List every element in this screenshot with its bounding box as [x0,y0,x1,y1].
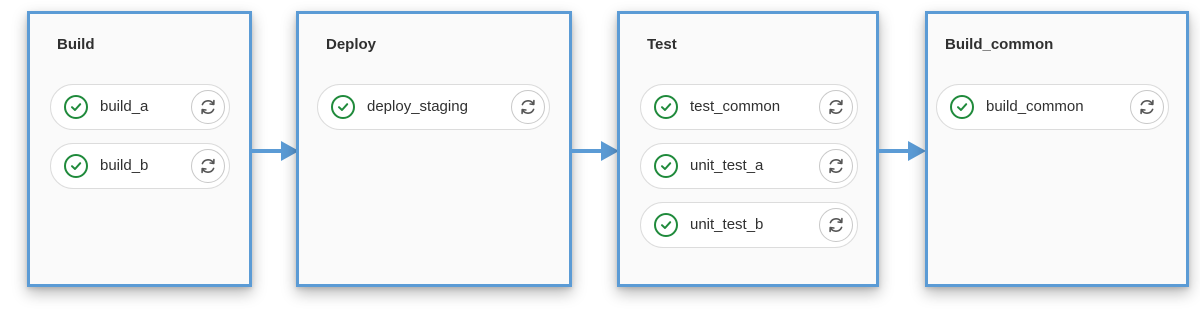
job-name[interactable]: unit_test_a [690,157,763,174]
job-unit-test-b[interactable]: unit_test_b [640,202,858,248]
retry-icon [829,217,843,233]
stage-build: Build build_a build_b [27,11,252,287]
check-circle-icon [64,154,88,178]
check-circle-icon [654,213,678,237]
check-circle-icon [950,95,974,119]
job-deploy-staging[interactable]: deploy_staging [317,84,550,130]
job-unit-test-a[interactable]: unit_test_a [640,143,858,189]
arrow-right-icon [571,141,619,161]
job-name[interactable]: build_a [100,98,148,115]
retry-icon [201,99,215,115]
stage-build-common: Build_common build_common [925,11,1189,287]
stage-title: Build_common [945,36,1054,53]
stage-test: Test test_common unit_test_a unit_test_b [617,11,879,287]
retry-button[interactable] [819,90,853,124]
retry-button[interactable] [191,90,225,124]
retry-button[interactable] [1130,90,1164,124]
job-test-common[interactable]: test_common [640,84,858,130]
job-name[interactable]: unit_test_b [690,216,763,233]
check-circle-icon [654,95,678,119]
retry-icon [521,99,535,115]
job-build-b[interactable]: build_b [50,143,230,189]
arrow-right-icon [251,141,299,161]
stage-title: Test [647,36,677,53]
retry-icon [1140,99,1154,115]
pipeline-graph: Build build_a build_b Deploy deploy_stag… [0,0,1200,326]
stage-title: Deploy [326,36,377,53]
job-name[interactable]: deploy_staging [367,98,468,115]
check-circle-icon [331,95,355,119]
retry-button[interactable] [511,90,545,124]
retry-button[interactable] [191,149,225,183]
check-circle-icon [654,154,678,178]
job-name[interactable]: build_b [100,157,148,174]
retry-button[interactable] [819,149,853,183]
job-name[interactable]: test_common [690,98,780,115]
job-build-common[interactable]: build_common [936,84,1169,130]
retry-button[interactable] [819,208,853,242]
retry-icon [829,99,843,115]
arrow-right-icon [878,141,926,161]
check-circle-icon [64,95,88,119]
job-build-a[interactable]: build_a [50,84,230,130]
retry-icon [201,158,215,174]
job-name[interactable]: build_common [986,98,1084,115]
stage-title: Build [57,36,95,53]
retry-icon [829,158,843,174]
stage-deploy: Deploy deploy_staging [296,11,572,287]
